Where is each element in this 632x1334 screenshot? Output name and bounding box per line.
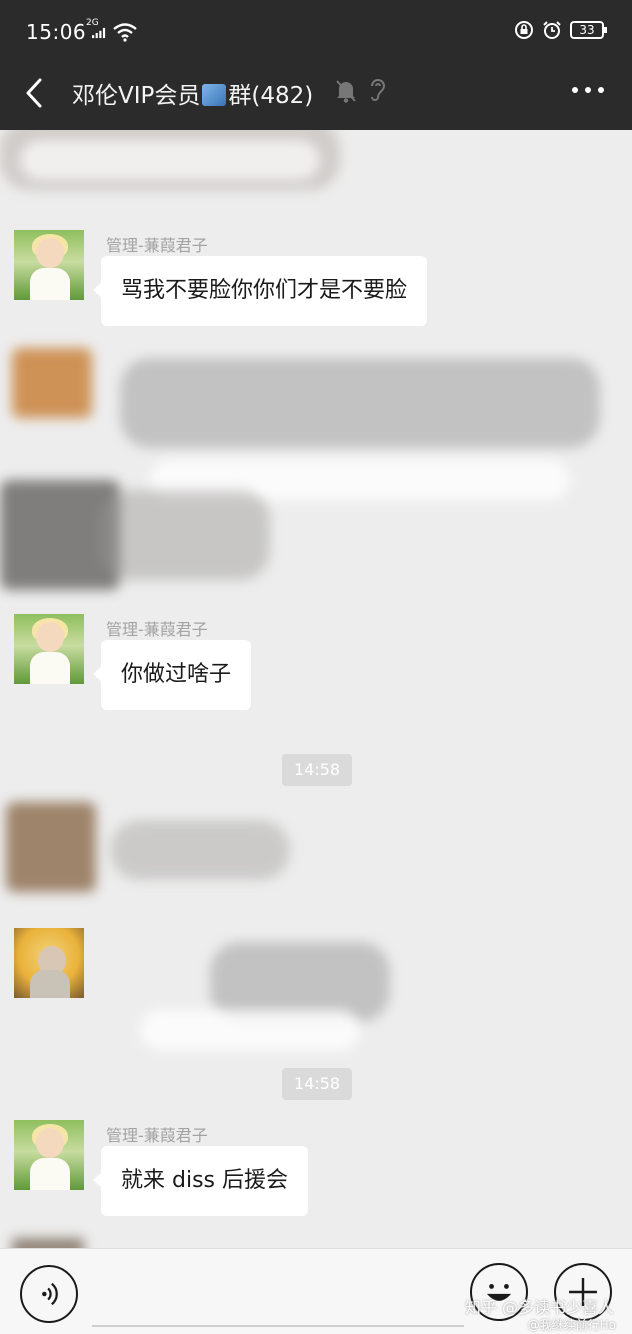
back-arrow-icon[interactable] [20, 76, 50, 110]
status-time: 15:06 [26, 20, 87, 44]
message-bubble[interactable]: 骂我不要脸你你们才是不要脸 [92, 256, 428, 326]
voice-input-icon[interactable] [20, 1265, 78, 1323]
lock-rotation-icon [515, 21, 533, 39]
mute-bell-icon [336, 80, 356, 103]
redacted-message [120, 358, 600, 448]
timestamp: 14:58 [282, 754, 353, 786]
avatar[interactable] [14, 230, 84, 300]
avatar[interactable] [14, 614, 84, 684]
redacted-avatar [12, 348, 92, 418]
watermark: @我继续前行Ho [527, 1318, 616, 1332]
group-emoji-icon [202, 84, 227, 106]
chat-header: 邓伦VIP会员 群(482) [0, 62, 632, 130]
status-bar: 15:06 2G 33 [0, 0, 632, 62]
earpiece-icon [371, 79, 386, 101]
group-name: 邓伦VIP会员 [72, 83, 201, 109]
group-member-count: 群(482) [228, 83, 314, 109]
sender-nickname: 管理-蒹葭君子 [106, 620, 208, 639]
redacted-message [100, 490, 270, 580]
wifi-icon [113, 23, 137, 42]
redacted-message [20, 140, 320, 180]
sender-nickname: 管理-蒹葭君子 [106, 1126, 208, 1145]
redacted-message [140, 1010, 360, 1050]
avatar[interactable] [14, 1120, 84, 1190]
more-options-icon[interactable] [570, 82, 606, 98]
message-input[interactable] [92, 1325, 464, 1327]
avatar[interactable] [14, 928, 84, 998]
message-bubble[interactable]: 就来 diss 后援会 [93, 1146, 308, 1216]
redacted-avatar [6, 802, 96, 892]
message-bubble[interactable]: 你做过啥子 [92, 640, 252, 710]
sender-nickname: 管理-蒹葭君子 [106, 236, 208, 255]
timestamp: 14:58 [282, 1068, 353, 1100]
alarm-icon [543, 21, 561, 39]
redacted-message [110, 820, 290, 880]
signal-icon [92, 27, 106, 39]
redacted-avatar [12, 1238, 84, 1248]
chat-message-list[interactable]: 管理-蒹葭君子 骂我不要脸你你们才是不要脸 管理-蒹葭君子 你做过啥子 14:5… [0, 130, 632, 1248]
watermark: 知乎 @多读书少喜人 [464, 1298, 614, 1317]
group-title: 邓伦VIP会员 群(482) [72, 76, 313, 110]
battery-indicator: 33 [570, 21, 607, 39]
